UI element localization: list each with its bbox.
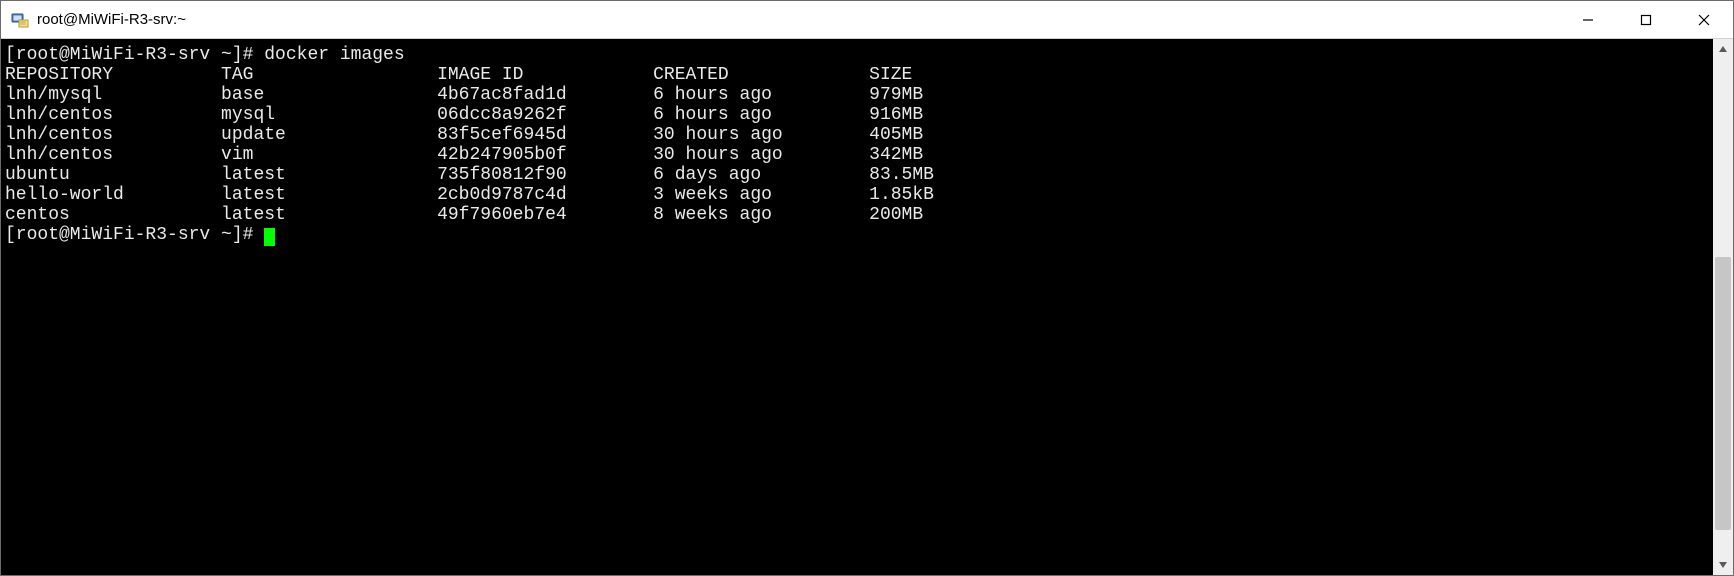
terminal-line: REPOSITORY TAG IMAGE ID CREATED SIZE [5, 65, 1709, 85]
scroll-down-arrow-icon[interactable] [1713, 555, 1733, 575]
terminal-line: lnh/centos vim 42b247905b0f 30 hours ago… [5, 145, 1709, 165]
terminal-line: centos latest 49f7960eb7e4 8 weeks ago 2… [5, 205, 1709, 225]
content-area: [root@MiWiFi-R3-srv ~]# docker imagesREP… [1, 39, 1733, 575]
terminal-window: root@MiWiFi-R3-srv:~ [root@MiWiFi-R3-srv… [0, 0, 1734, 576]
scroll-thumb[interactable] [1715, 257, 1731, 530]
scroll-track[interactable] [1713, 59, 1733, 555]
close-button[interactable] [1675, 1, 1733, 38]
vertical-scrollbar[interactable] [1713, 39, 1733, 575]
terminal-line: [root@MiWiFi-R3-srv ~]# docker images [5, 45, 1709, 65]
terminal-line: [root@MiWiFi-R3-srv ~]# [5, 225, 1709, 245]
title-bar[interactable]: root@MiWiFi-R3-srv:~ [1, 1, 1733, 39]
minimize-button[interactable] [1559, 1, 1617, 38]
terminal-line: lnh/centos update 83f5cef6945d 30 hours … [5, 125, 1709, 145]
terminal-output[interactable]: [root@MiWiFi-R3-srv ~]# docker imagesREP… [1, 39, 1713, 575]
window-controls [1559, 1, 1733, 38]
terminal-line: lnh/centos mysql 06dcc8a9262f 6 hours ag… [5, 105, 1709, 125]
scroll-up-arrow-icon[interactable] [1713, 39, 1733, 59]
terminal-line: hello-world latest 2cb0d9787c4d 3 weeks … [5, 185, 1709, 205]
window-title: root@MiWiFi-R3-srv:~ [37, 11, 186, 28]
putty-icon [9, 9, 31, 31]
terminal-line: ubuntu latest 735f80812f90 6 days ago 83… [5, 165, 1709, 185]
terminal-line: lnh/mysql base 4b67ac8fad1d 6 hours ago … [5, 85, 1709, 105]
maximize-button[interactable] [1617, 1, 1675, 38]
cursor [264, 228, 275, 246]
